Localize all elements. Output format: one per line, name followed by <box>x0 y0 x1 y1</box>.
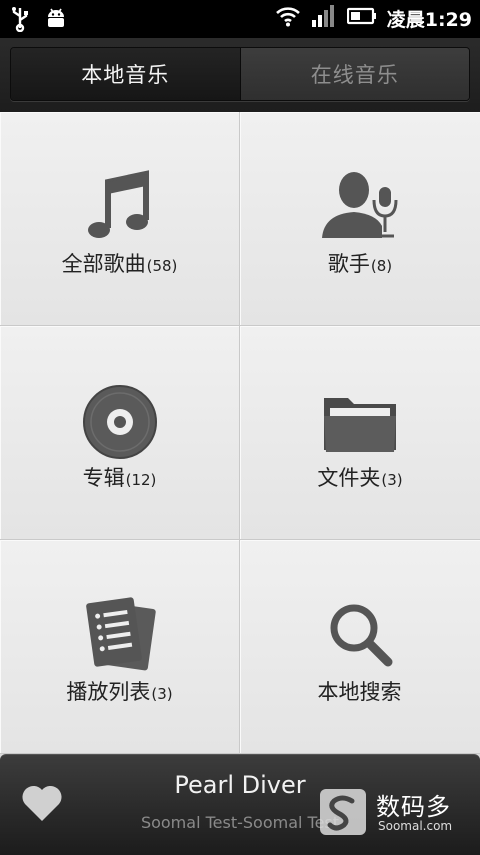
folder-icon <box>318 380 402 464</box>
category-grid: 全部歌曲(58) 歌手(8) 专辑(12) 文件夹(3) 播放列表(3) 本地搜… <box>0 112 480 754</box>
category-local-search[interactable]: 本地搜索 <box>240 540 480 754</box>
category-label: 歌手(8) <box>327 252 393 276</box>
category-singers[interactable]: 歌手(8) <box>240 112 480 326</box>
category-label: 专辑(12) <box>82 466 157 490</box>
usb-icon <box>10 6 30 36</box>
android-debug-icon <box>44 6 68 36</box>
status-bar: 凌晨1:29 <box>0 0 480 38</box>
category-playlists[interactable]: 播放列表(3) <box>0 540 240 754</box>
watermark: 数码多 Soomal.com <box>320 787 470 839</box>
playlist-icon <box>78 594 162 678</box>
category-folders[interactable]: 文件夹(3) <box>240 326 480 540</box>
category-label: 播放列表(3) <box>66 680 173 704</box>
category-label: 本地搜索 <box>317 680 402 704</box>
tab-group: 本地音乐 在线音乐 <box>10 47 470 101</box>
battery-icon <box>346 6 377 30</box>
signal-icon <box>311 4 337 32</box>
search-icon <box>318 594 402 678</box>
wifi-icon <box>275 5 301 31</box>
album-disc-icon <box>78 380 162 464</box>
category-label: 全部歌曲(58) <box>61 252 178 276</box>
watermark-url: Soomal.com <box>378 819 453 833</box>
singer-microphone-icon <box>318 166 402 250</box>
category-albums[interactable]: 专辑(12) <box>0 326 240 540</box>
status-time: 凌晨1:29 <box>386 8 472 31</box>
music-note-icon <box>78 166 162 250</box>
now-playing-bar[interactable]: Pearl Diver Soomal Test-Soomal Test 数码多 … <box>0 754 480 855</box>
category-all-songs[interactable]: 全部歌曲(58) <box>0 112 240 326</box>
tab-local-music[interactable]: 本地音乐 <box>11 48 241 100</box>
watermark-text: 数码多 <box>376 793 451 821</box>
watermark-logo-icon <box>320 789 366 835</box>
category-label: 文件夹(3) <box>317 466 403 490</box>
tab-online-music[interactable]: 在线音乐 <box>240 48 469 100</box>
tab-header: 本地音乐 在线音乐 <box>0 38 480 112</box>
